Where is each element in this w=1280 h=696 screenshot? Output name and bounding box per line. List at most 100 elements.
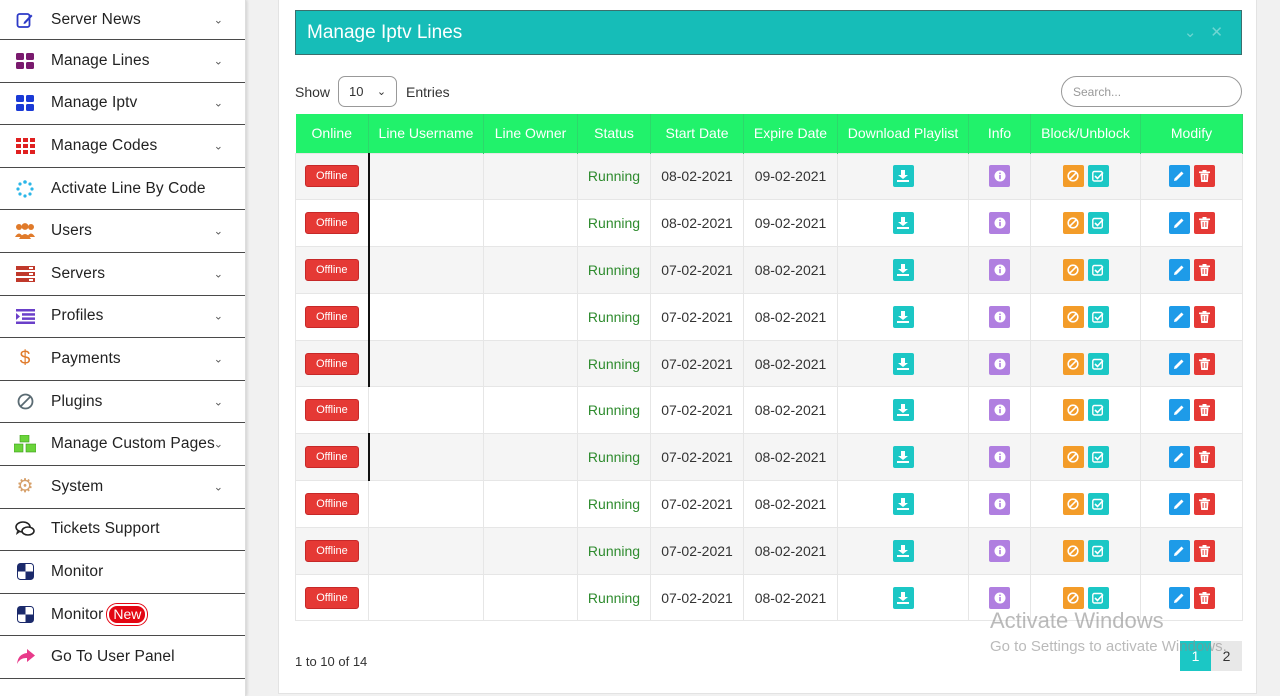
sidebar-item-monitor-new[interactable]: Monitor New	[0, 593, 245, 637]
info-icon[interactable]	[989, 539, 1010, 562]
info-icon[interactable]	[989, 352, 1010, 375]
edit-icon[interactable]	[1168, 539, 1190, 562]
download-icon[interactable]	[892, 165, 914, 188]
download-icon[interactable]	[892, 258, 914, 281]
delete-icon[interactable]	[1193, 352, 1215, 375]
info-icon[interactable]	[989, 492, 1010, 515]
unblock-icon[interactable]	[1087, 212, 1109, 235]
offline-button[interactable]: Offline	[304, 258, 359, 281]
sidebar-item-activate-line-by-code[interactable]: Activate Line By Code	[0, 167, 245, 211]
sidebar-item-profiles[interactable]: Profiles ⌄	[0, 295, 245, 339]
close-icon[interactable]: ✕	[1210, 23, 1223, 41]
delete-icon[interactable]	[1193, 165, 1215, 188]
block-icon[interactable]	[1062, 492, 1084, 515]
offline-button[interactable]: Offline	[305, 492, 359, 515]
offline-button[interactable]: Offline	[304, 165, 359, 188]
edit-icon[interactable]	[1168, 305, 1190, 328]
sidebar-item-server-news[interactable]: Server News ⌄	[0, 0, 245, 40]
sidebar-item-payments[interactable]: $ Payments ⌄	[0, 338, 245, 381]
page-button-1[interactable]: 1	[1180, 641, 1211, 671]
unblock-icon[interactable]	[1087, 492, 1109, 515]
block-icon[interactable]	[1062, 539, 1084, 562]
entries-select[interactable]: 10 ⌄	[338, 76, 398, 107]
unblock-icon[interactable]	[1087, 258, 1109, 281]
download-icon[interactable]	[892, 399, 914, 422]
column-header-download-playlist[interactable]: Download Playlist	[837, 114, 969, 153]
info-icon[interactable]	[989, 212, 1010, 235]
column-header-start-date[interactable]: Start Date	[650, 114, 744, 153]
offline-button[interactable]: Offline	[305, 399, 359, 422]
unblock-icon[interactable]	[1087, 539, 1109, 562]
edit-icon[interactable]	[1168, 586, 1190, 609]
sidebar-item-plugins[interactable]: Plugins ⌄	[0, 380, 245, 424]
column-header-status[interactable]: Status	[577, 114, 651, 153]
page-button-2[interactable]: 2	[1211, 641, 1242, 671]
unblock-icon[interactable]	[1087, 586, 1109, 609]
download-icon[interactable]	[892, 446, 914, 469]
block-icon[interactable]	[1062, 305, 1084, 328]
delete-icon[interactable]	[1193, 492, 1215, 515]
offline-button[interactable]: Offline	[304, 212, 359, 235]
edit-icon[interactable]	[1168, 165, 1190, 188]
sidebar-item-tickets-support[interactable]: Tickets Support	[0, 508, 245, 552]
download-icon[interactable]	[892, 492, 914, 515]
offline-button[interactable]: Offline	[305, 586, 359, 609]
block-icon[interactable]	[1062, 212, 1084, 235]
offline-button[interactable]: Offline	[304, 352, 359, 375]
info-icon[interactable]	[989, 165, 1010, 188]
collapse-icon[interactable]: ⌄	[1184, 23, 1197, 41]
info-icon[interactable]	[989, 586, 1010, 609]
unblock-icon[interactable]	[1087, 352, 1109, 375]
column-header-block-unblock[interactable]: Block/Unblock	[1030, 114, 1141, 153]
search-input[interactable]: Search...	[1061, 76, 1242, 107]
column-header-expire-date[interactable]: Expire Date	[743, 114, 838, 153]
delete-icon[interactable]	[1193, 539, 1215, 562]
sidebar-item-manage-custom-pages[interactable]: Manage Custom Pages ⌄	[0, 423, 245, 466]
edit-icon[interactable]	[1168, 446, 1190, 469]
column-header-line-username[interactable]: Line Username	[368, 114, 484, 153]
info-icon[interactable]	[989, 258, 1010, 281]
download-icon[interactable]	[892, 352, 914, 375]
download-icon[interactable]	[892, 305, 914, 328]
sidebar-item-system[interactable]: ⚙ System ⌄	[0, 465, 245, 509]
offline-button[interactable]: Offline	[305, 539, 359, 562]
block-icon[interactable]	[1062, 352, 1084, 375]
column-header-line-owner[interactable]: Line Owner	[483, 114, 578, 153]
unblock-icon[interactable]	[1087, 305, 1109, 328]
block-icon[interactable]	[1062, 586, 1084, 609]
sidebar-item-servers[interactable]: Servers ⌄	[0, 252, 245, 296]
column-header-info[interactable]: Info	[968, 114, 1031, 153]
offline-button[interactable]: Offline	[304, 305, 359, 328]
sidebar-item-users[interactable]: Users ⌄	[0, 210, 245, 253]
edit-icon[interactable]	[1168, 352, 1190, 375]
info-icon[interactable]	[989, 399, 1010, 422]
delete-icon[interactable]	[1193, 258, 1215, 281]
column-header-modify[interactable]: Modify	[1140, 114, 1243, 153]
sidebar-item-manage-codes[interactable]: Manage Codes ⌄	[0, 125, 245, 168]
download-icon[interactable]	[892, 586, 914, 609]
info-icon[interactable]	[989, 446, 1010, 469]
unblock-icon[interactable]	[1087, 165, 1109, 188]
delete-icon[interactable]	[1193, 446, 1215, 469]
download-icon[interactable]	[892, 212, 914, 235]
sidebar-item-go-to-user-panel[interactable]: Go To User Panel	[0, 636, 245, 679]
sidebar-item-monitor[interactable]: Monitor	[0, 551, 245, 594]
sidebar-item-manage-iptv[interactable]: Manage Iptv ⌄	[0, 82, 245, 126]
block-icon[interactable]	[1062, 165, 1084, 188]
sidebar-item-manage-lines[interactable]: Manage Lines ⌄	[0, 40, 245, 83]
download-icon[interactable]	[892, 539, 914, 562]
edit-icon[interactable]	[1168, 212, 1190, 235]
offline-button[interactable]: Offline	[304, 446, 359, 469]
edit-icon[interactable]	[1168, 258, 1190, 281]
edit-icon[interactable]	[1168, 399, 1190, 422]
delete-icon[interactable]	[1193, 399, 1215, 422]
unblock-icon[interactable]	[1087, 446, 1109, 469]
info-icon[interactable]	[989, 305, 1010, 328]
delete-icon[interactable]	[1193, 212, 1215, 235]
edit-icon[interactable]	[1168, 492, 1190, 515]
unblock-icon[interactable]	[1087, 399, 1109, 422]
delete-icon[interactable]	[1193, 305, 1215, 328]
column-header-online[interactable]: Online	[295, 114, 369, 153]
block-icon[interactable]	[1062, 399, 1084, 422]
block-icon[interactable]	[1062, 446, 1084, 469]
